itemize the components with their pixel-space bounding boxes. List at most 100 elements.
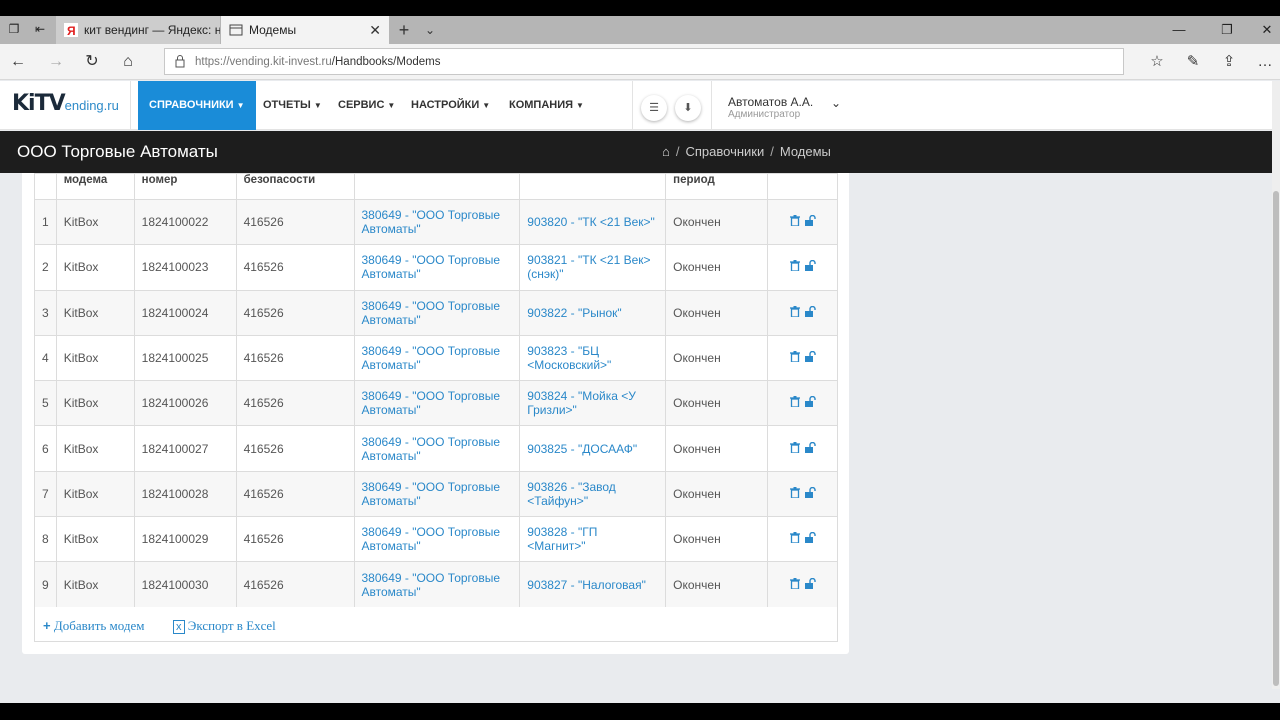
- menu-service[interactable]: СЕРВИС ▼: [327, 81, 406, 130]
- add-modem-button[interactable]: + Добавить модем: [43, 607, 145, 645]
- tab-manager-icon[interactable]: ❐: [6, 22, 22, 36]
- unlock-icon[interactable]: [805, 532, 817, 546]
- back-icon[interactable]: ←: [6, 50, 30, 74]
- row-number: 2: [42, 260, 49, 275]
- machine-link[interactable]: 903827 - "Налоговая": [527, 578, 646, 592]
- col-header[interactable]: период: [665, 173, 769, 200]
- close-window-icon[interactable]: ✕: [1252, 16, 1280, 44]
- menu-settings[interactable]: НАСТРОЙКИ ▼: [400, 81, 501, 130]
- menu-reports[interactable]: ОТЧЕТЫ ▼: [252, 81, 333, 130]
- col-header[interactable]: безопасости: [235, 173, 355, 200]
- export-excel-label: Экспорт в Excel: [187, 618, 276, 633]
- trash-icon[interactable]: [789, 215, 801, 229]
- logo[interactable]: KiTVending.ru: [12, 91, 119, 121]
- breadcrumb: ⌂ / Справочники / Модемы: [662, 144, 831, 159]
- address-bar[interactable]: https://vending.kit-invest.ru/Handbooks/…: [164, 48, 1124, 75]
- download-icon[interactable]: ⬇: [675, 95, 701, 121]
- chevron-down-icon[interactable]: ⌄: [831, 96, 841, 110]
- col-header[interactable]: модема: [55, 173, 135, 200]
- chevron-down-icon[interactable]: ⌄: [420, 16, 440, 44]
- actions-cell: [767, 289, 838, 336]
- logo-sub: ending.ru: [64, 98, 119, 113]
- list-icon[interactable]: ☰: [641, 95, 667, 121]
- menu-label: КОМПАНИЯ: [509, 99, 574, 111]
- owner-link[interactable]: 380649 - "ООО Торговые Автоматы": [362, 253, 501, 281]
- unlock-icon[interactable]: [805, 577, 817, 592]
- trash-icon[interactable]: [789, 486, 801, 501]
- trash-icon[interactable]: [789, 305, 801, 320]
- scrollbar-thumb[interactable]: [1273, 191, 1279, 686]
- trash-icon[interactable]: [789, 351, 801, 365]
- breadcrumb-item[interactable]: Справочники: [685, 144, 764, 159]
- owner-link[interactable]: 380649 - "ООО Торговые Автоматы": [362, 208, 501, 236]
- col-header[interactable]: номер: [133, 173, 237, 200]
- close-tab-icon[interactable]: ✕: [369, 16, 381, 44]
- trash-icon[interactable]: [789, 396, 801, 410]
- page-title: ООО Торговые Автоматы: [17, 142, 218, 161]
- home-icon[interactable]: ⌂: [662, 144, 670, 159]
- actions-cell: [767, 425, 838, 472]
- unlock-icon[interactable]: [805, 305, 817, 320]
- page-scrollbar[interactable]: [1272, 81, 1280, 689]
- unlock-icon[interactable]: [805, 350, 817, 365]
- share-icon[interactable]: ⇪: [1217, 50, 1241, 74]
- table-cell: 903824 - "Мойка <У Гризли>": [519, 380, 667, 427]
- minimize-icon[interactable]: —: [1164, 16, 1194, 44]
- trash-icon[interactable]: [789, 260, 801, 274]
- export-excel-button[interactable]: x Экспорт в Excel: [173, 607, 276, 646]
- add-modem-label: Добавить модем: [53, 618, 145, 633]
- machine-link[interactable]: 903821 - "ТК <21 Век> (снэк)": [527, 253, 650, 281]
- owner-link[interactable]: 380649 - "ООО Торговые Автоматы": [362, 389, 501, 417]
- machine-link[interactable]: 903824 - "Мойка <У Гризли>": [527, 389, 636, 417]
- owner-link[interactable]: 380649 - "ООО Торговые Автоматы": [362, 480, 501, 508]
- tab-back-icon[interactable]: ⇤: [32, 22, 48, 36]
- menu-handbooks[interactable]: СПРАВОЧНИКИ ▼: [138, 81, 256, 130]
- new-tab-icon[interactable]: +: [392, 16, 416, 44]
- unlock-icon[interactable]: [805, 396, 817, 410]
- favorites-icon[interactable]: ☆: [1145, 50, 1169, 74]
- menu-company[interactable]: КОМПАНИЯ ▼: [498, 81, 595, 130]
- table-cell: 380649 - "ООО Торговые Автоматы": [353, 380, 521, 427]
- user-name[interactable]: Автоматов А.А.: [728, 95, 813, 109]
- modem-number: 1824100023: [141, 260, 209, 275]
- table-cell: 380649 - "ООО Торговые Автоматы": [353, 425, 521, 472]
- modem-number: 1824100029: [141, 532, 209, 547]
- unlock-icon[interactable]: [805, 441, 817, 456]
- owner-link[interactable]: 380649 - "ООО Торговые Автоматы": [362, 525, 501, 553]
- restore-icon[interactable]: ❐: [1212, 16, 1242, 44]
- table-cell: Окончен: [665, 425, 769, 472]
- machine-link[interactable]: 903825 - "ДОСААФ": [527, 442, 637, 456]
- col-header[interactable]: [519, 173, 667, 200]
- table-cell: Окончен: [665, 516, 769, 563]
- unlock-icon[interactable]: [805, 486, 817, 501]
- trash-icon[interactable]: [789, 577, 801, 592]
- table-cell: KitBox: [55, 470, 135, 518]
- home-icon[interactable]: ⌂: [116, 50, 140, 74]
- machine-link[interactable]: 903822 - "Рынок": [527, 306, 621, 320]
- owner-link[interactable]: 380649 - "ООО Торговые Автоматы": [362, 344, 501, 372]
- table-row: 3 KitBox 1824100024 416526 380649 - "ООО Тор…: [34, 289, 838, 336]
- table-cell: 903825 - "ДОСААФ": [519, 425, 667, 472]
- modem-number: 1824100030: [141, 577, 209, 592]
- unlock-icon[interactable]: [805, 214, 817, 229]
- unlock-icon[interactable]: [805, 260, 817, 274]
- machine-link[interactable]: 903826 - "Завод <Тайфун>": [527, 480, 616, 508]
- trash-icon[interactable]: [789, 441, 801, 456]
- tab-modems[interactable]: Модемы ✕: [221, 16, 389, 44]
- more-icon[interactable]: …: [1253, 50, 1277, 74]
- table-row: 5 KitBox 1824100026 416526 380649 - "ООО Тор…: [34, 380, 838, 427]
- machine-link[interactable]: 903823 - "БЦ <Московский>": [527, 344, 611, 372]
- status-text: Окончен: [673, 441, 721, 456]
- trash-icon[interactable]: [789, 532, 801, 546]
- col-header[interactable]: [353, 173, 521, 200]
- tab-yandex[interactable]: Я кит вендинг — Яндекс: наі: [56, 16, 220, 44]
- machine-link[interactable]: 903820 - "ТК <21 Век>": [527, 215, 655, 229]
- machine-link[interactable]: 903828 - "ГП <Магнит>": [527, 525, 597, 553]
- owner-link[interactable]: 380649 - "ООО Торговые Автоматы": [362, 435, 501, 463]
- row-number: 1: [42, 215, 49, 230]
- pen-icon[interactable]: ✎: [1181, 50, 1205, 74]
- owner-link[interactable]: 380649 - "ООО Торговые Автоматы": [362, 571, 501, 599]
- forward-icon[interactable]: →: [44, 50, 68, 74]
- owner-link[interactable]: 380649 - "ООО Торговые Автоматы": [362, 299, 501, 327]
- refresh-icon[interactable]: ↻: [80, 50, 104, 74]
